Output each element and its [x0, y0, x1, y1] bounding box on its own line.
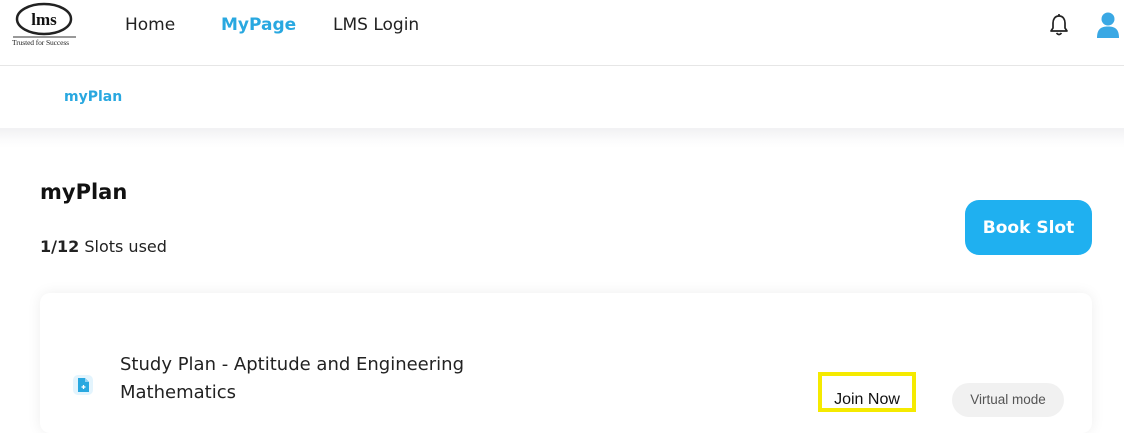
section-divider	[0, 128, 1124, 148]
nav-lms-login[interactable]: LMS Login	[333, 15, 419, 35]
tab-myplan[interactable]: myPlan	[64, 89, 122, 105]
join-now-button[interactable]: Join Now	[818, 372, 916, 412]
slots-label: Slots used	[84, 237, 167, 256]
page-title: myPlan	[40, 180, 128, 204]
slots-count: 1/12	[40, 237, 80, 256]
top-navbar: lms Trusted for Success Home MyPage LMS …	[0, 0, 1124, 66]
user-icon[interactable]	[1096, 11, 1120, 39]
logo-wordmark: lms	[31, 10, 57, 29]
book-slot-button[interactable]: Book Slot	[965, 200, 1092, 255]
sub-navbar: myPlan	[0, 66, 1124, 130]
logo-tagline: Trusted for Success	[12, 38, 69, 47]
bell-icon[interactable]	[1048, 13, 1070, 37]
study-plan-title: Study Plan - Aptitude and Engineering Ma…	[120, 354, 464, 403]
document-icon	[73, 375, 93, 395]
nav-mypage[interactable]: MyPage	[221, 15, 296, 35]
slots-used: 1/12 Slots used	[40, 237, 167, 256]
nav-home[interactable]: Home	[125, 15, 175, 35]
